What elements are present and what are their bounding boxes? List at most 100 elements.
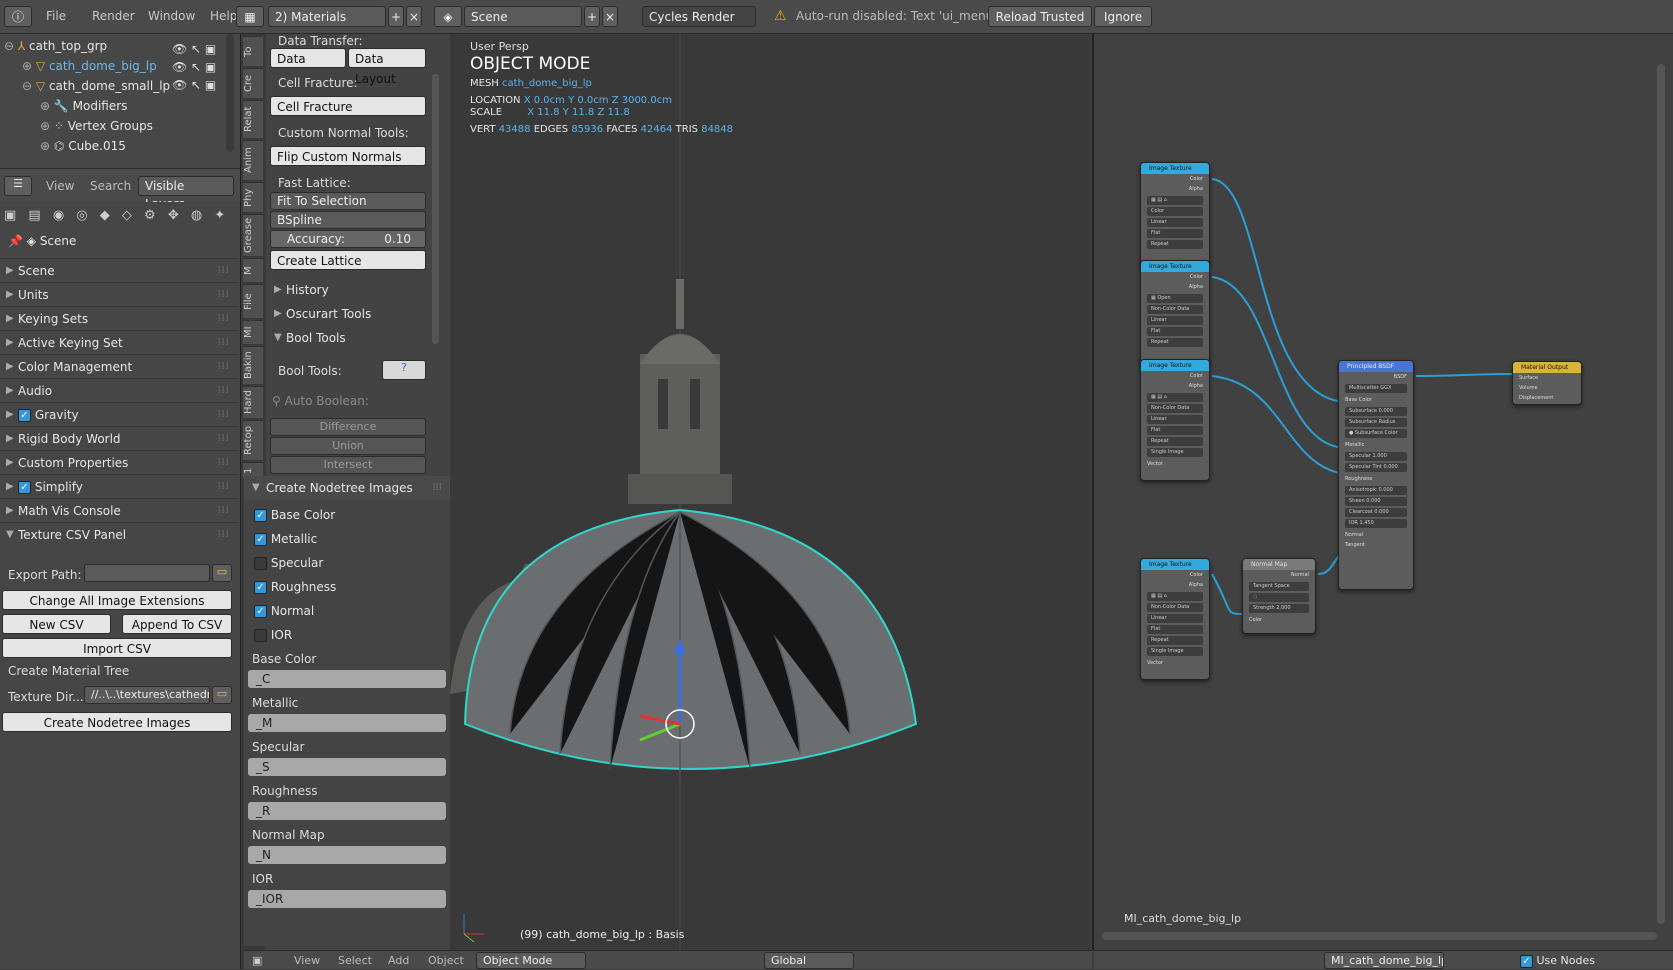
map-checkbox[interactable]: ✓ Metallic bbox=[254, 532, 317, 546]
panel-header-rigid-body-world[interactable]: ▶ Rigid Body World ⁞⁞⁞ bbox=[0, 426, 238, 450]
panel-enable-checkbox[interactable]: ✓ bbox=[18, 409, 31, 422]
toolshelf-tab[interactable]: M bbox=[243, 258, 263, 282]
outliner-view-menu[interactable]: View bbox=[46, 179, 74, 193]
bspline-dropdown[interactable]: BSpline bbox=[270, 211, 426, 229]
suffix-input[interactable]: _S bbox=[248, 758, 446, 776]
image-texture-node[interactable]: Image Texture Color Alpha ▦ ▤ ⌂ Color Linear F… bbox=[1140, 162, 1210, 266]
folder-icon[interactable]: ▭ bbox=[212, 686, 232, 704]
suffix-input[interactable]: _C bbox=[248, 670, 446, 688]
texture-dir-input[interactable]: //..\..\textures\cathedral\ bbox=[84, 686, 210, 704]
suffix-input[interactable]: _R bbox=[248, 802, 446, 820]
checkbox-box[interactable] bbox=[254, 629, 267, 642]
add-scene-icon[interactable]: + bbox=[584, 6, 600, 27]
panel-grip-icon[interactable]: ⁞⁞⁞ bbox=[217, 307, 230, 331]
checkbox-box[interactable] bbox=[254, 557, 267, 570]
panel-grip-icon[interactable]: ⁞⁞⁞ bbox=[217, 475, 230, 499]
screen-layout-icon[interactable]: ▦ bbox=[236, 6, 264, 27]
new-csv-button[interactable]: New CSV bbox=[2, 614, 111, 634]
outliner-row[interactable]: ⊕ ⌬ Cube.015 bbox=[40, 136, 126, 156]
toolshelf-tab[interactable]: Bakin bbox=[243, 346, 263, 384]
toolshelf-tab[interactable]: Retop bbox=[243, 420, 263, 460]
image-texture-node[interactable]: Image Texture Color Alpha ▦ Open Non-Color D… bbox=[1140, 260, 1210, 364]
union-button[interactable]: Union bbox=[270, 437, 426, 455]
toolshelf-tab[interactable]: Grease bbox=[243, 214, 263, 256]
checkbox-box[interactable]: ✓ bbox=[254, 509, 267, 522]
outliner-scrollbar[interactable] bbox=[226, 34, 234, 152]
close-screen-icon[interactable]: × bbox=[406, 6, 422, 27]
outliner-search-menu[interactable]: Search bbox=[90, 179, 131, 193]
node-editor-vscroll[interactable] bbox=[1657, 64, 1665, 924]
oscurart-panel-header[interactable]: ▶ Oscurart Tools bbox=[266, 302, 430, 326]
node-editor[interactable]: Image Texture Color Alpha ▦ ▤ ⌂ Color Linear F… bbox=[1092, 34, 1673, 950]
ignore-button[interactable]: Ignore bbox=[1094, 6, 1152, 27]
node-editor-hscroll[interactable] bbox=[1102, 932, 1657, 940]
toolshelf-tab[interactable]: Hard bbox=[243, 386, 263, 418]
close-scene-icon[interactable]: × bbox=[602, 6, 618, 27]
panel-grip-icon[interactable]: ⁞⁞⁞ bbox=[217, 379, 230, 403]
outliner-editor-icon[interactable]: ☰ bbox=[4, 176, 32, 196]
bool-tools-panel-header[interactable]: ▼ Bool Tools bbox=[266, 326, 430, 350]
panel-grip-icon[interactable]: ⁞⁞⁞ bbox=[217, 427, 230, 451]
data-layout-button[interactable]: Data Layout bbox=[348, 48, 426, 86]
normal-map-node[interactable]: Normal Map Normal Tangent Space ◌ Strength 2… bbox=[1242, 558, 1316, 634]
suffix-input[interactable]: _N bbox=[248, 846, 446, 864]
difference-button[interactable]: Difference bbox=[270, 418, 426, 436]
toolshelf-tab[interactable]: Anim bbox=[243, 140, 263, 180]
outliner-row[interactable]: ⊖ ▽ cath_dome_small_lp bbox=[22, 76, 170, 96]
accuracy-slider[interactable]: Accuracy: 0.10 bbox=[270, 230, 426, 248]
image-texture-node[interactable]: Image Texture Color Alpha ▦ ▤ ⌂ Non-Color Da… bbox=[1140, 359, 1210, 481]
panel-header-scene[interactable]: ▶ Scene ⁞⁞⁞ bbox=[0, 258, 238, 282]
viewport-select-menu[interactable]: Select bbox=[338, 951, 372, 970]
panel-grip-icon[interactable]: ⁞⁞⁞ bbox=[217, 499, 230, 523]
data-button[interactable]: Data bbox=[270, 48, 346, 68]
append-csv-button[interactable]: Append To CSV bbox=[122, 614, 232, 634]
export-path-input[interactable] bbox=[84, 564, 210, 582]
menu-help[interactable]: Help bbox=[210, 6, 237, 27]
panel-header-math-vis-console[interactable]: ▶ Math Vis Console ⁞⁞⁞ bbox=[0, 498, 238, 522]
outliner-row[interactable]: ⊕ 🔧 Modifiers bbox=[40, 96, 127, 116]
create-nodetree-panel-header[interactable]: ▼ Create Nodetree Images ⁞⁞⁞ bbox=[244, 476, 450, 500]
render-engine-dropdown[interactable]: Cycles Render bbox=[642, 6, 756, 27]
help-icon[interactable]: ? bbox=[382, 360, 426, 380]
outliner-row[interactable]: ⊕ ⁘ Vertex Groups bbox=[40, 116, 153, 136]
panel-header-active-keying-set[interactable]: ▶ Active Keying Set ⁞⁞⁞ bbox=[0, 330, 238, 354]
panel-grip-icon[interactable]: ⁞⁞⁞ bbox=[217, 355, 230, 379]
import-csv-button[interactable]: Import CSV bbox=[2, 638, 232, 658]
intersect-button[interactable]: Intersect bbox=[270, 456, 426, 474]
history-panel-header[interactable]: ▶ History bbox=[266, 278, 430, 302]
viewport-add-menu[interactable]: Add bbox=[388, 951, 409, 970]
menu-file[interactable]: File bbox=[46, 6, 66, 27]
toolshelf-tab[interactable]: File bbox=[243, 284, 263, 318]
image-texture-node[interactable]: Image Texture Color Alpha ▦ ▤ ⌂ Non-Color Da… bbox=[1140, 558, 1210, 680]
orientation-dropdown[interactable]: Global bbox=[764, 952, 854, 969]
outliner-display-mode[interactable]: Visible Layers bbox=[138, 176, 234, 211]
toolshelf-tab[interactable]: Cre bbox=[243, 68, 263, 98]
reload-trusted-button[interactable]: Reload Trusted bbox=[988, 6, 1092, 27]
menu-render[interactable]: Render bbox=[92, 6, 135, 27]
panel-header-color-management[interactable]: ▶ Color Management ⁞⁞⁞ bbox=[0, 354, 238, 378]
toolshelf-tab[interactable]: To bbox=[243, 36, 263, 66]
suffix-input[interactable]: _M bbox=[248, 714, 446, 732]
panel-header-keying-sets[interactable]: ▶ Keying Sets ⁞⁞⁞ bbox=[0, 306, 238, 330]
visibility-eye-icon[interactable]: 👁 ↖ ▣ 👁 ↖ ▣ 👁 ↖ ▣ bbox=[172, 40, 216, 94]
scene-icon[interactable]: ◈ bbox=[434, 6, 462, 27]
panel-header-texture-csv-panel[interactable]: ▼ Texture CSV Panel ⁞⁞⁞ bbox=[0, 522, 238, 546]
panel-header-audio[interactable]: ▶ Audio ⁞⁞⁞ bbox=[0, 378, 238, 402]
info-editor-icon[interactable]: ⓘ bbox=[4, 6, 32, 27]
fit-to-selection-dropdown[interactable]: Fit To Selection bbox=[270, 192, 426, 210]
create-lattice-button[interactable]: Create Lattice bbox=[270, 250, 426, 270]
panel-header-units[interactable]: ▶ Units ⁞⁞⁞ bbox=[0, 282, 238, 306]
map-checkbox[interactable]: IOR bbox=[254, 628, 292, 642]
folder-icon[interactable]: ▭ bbox=[212, 564, 232, 582]
material-selector[interactable]: MI_cath_dome_big_lp bbox=[1324, 952, 1444, 969]
map-checkbox[interactable]: ✓ Normal bbox=[254, 604, 314, 618]
checkbox-box[interactable]: ✓ bbox=[254, 533, 267, 546]
panel-enable-checkbox[interactable]: ✓ bbox=[18, 481, 31, 494]
panel-grip-icon[interactable]: ⁞⁞⁞ bbox=[217, 451, 230, 475]
checkbox-box[interactable]: ✓ bbox=[254, 605, 267, 618]
outliner-row[interactable]: ⊕ ▽ cath_dome_big_lp bbox=[22, 56, 157, 76]
create-nodetree-images-button[interactable]: Create Nodetree Images bbox=[2, 712, 232, 732]
change-image-extensions-button[interactable]: Change All Image Extensions bbox=[2, 590, 232, 610]
viewport-view-menu[interactable]: View bbox=[294, 951, 320, 970]
panel-header-custom-properties[interactable]: ▶ Custom Properties ⁞⁞⁞ bbox=[0, 450, 238, 474]
